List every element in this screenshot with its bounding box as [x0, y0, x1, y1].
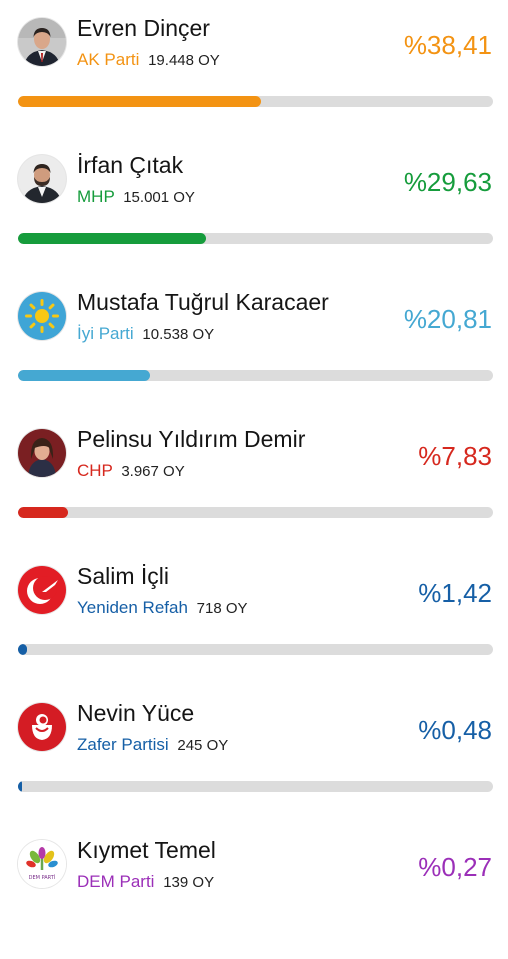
- sun-logo-icon: [18, 292, 66, 340]
- candidate-name: Mustafa Tuğrul Karacaer: [77, 289, 329, 315]
- vote-count: 15.001 OY: [123, 189, 195, 206]
- candidate-name: Evren Dinçer: [77, 15, 210, 41]
- party-line: CHP 3.967 OY: [77, 461, 185, 481]
- candidate-name: İrfan Çıtak: [77, 152, 184, 178]
- vote-percentage: %1,42: [418, 578, 492, 608]
- candidate-row-kiymet-temel[interactable]: DEM PARTİ Kıymet Temel DEM Parti 139 OY …: [0, 822, 508, 959]
- vote-share-bar: [18, 96, 493, 107]
- vote-share-fill: [18, 781, 22, 792]
- vote-count: 19.448 OY: [148, 52, 220, 69]
- vote-percentage: %0,48: [418, 715, 492, 745]
- party-name: DEM Parti: [77, 872, 155, 891]
- candidate-photo-avatar: [18, 429, 66, 477]
- man-bearded-photo-icon: [18, 155, 66, 203]
- party-name: AK Parti: [77, 50, 140, 69]
- vote-percentage: %20,81: [403, 304, 492, 334]
- woman-photo-icon: [18, 429, 66, 477]
- candidate-row-nevin-yuce[interactable]: Nevin Yüce Zafer Partisi 245 OY %0,48: [0, 685, 508, 822]
- dem-logo-text: DEM PARTİ: [29, 874, 56, 881]
- candidate-name: Nevin Yüce: [77, 700, 195, 726]
- party-line: AK Parti 19.448 OY: [77, 50, 220, 70]
- vote-share-fill: [18, 507, 68, 518]
- vote-share-fill: [18, 233, 206, 244]
- election-results-list: Evren Dinçer AK Parti 19.448 OY %38,41 İ…: [0, 0, 508, 899]
- party-name: Yeniden Refah: [77, 598, 188, 617]
- party-name: CHP: [77, 461, 113, 480]
- vote-share-bar: [18, 781, 493, 792]
- vote-share-bar: [18, 233, 493, 244]
- vote-count: 718 OY: [196, 600, 248, 617]
- man-suit-photo-icon: [18, 18, 66, 66]
- vote-count: 3.967 OY: [121, 463, 185, 480]
- dem-logo-icon: DEM PARTİ: [18, 840, 66, 888]
- party-name: Zafer Partisi: [77, 735, 169, 754]
- vote-percentage: %7,83: [418, 441, 492, 471]
- vote-percentage: %0,27: [418, 852, 492, 882]
- party-logo-avatar: [18, 703, 66, 751]
- vote-count: 139 OY: [163, 874, 215, 891]
- vote-share-fill: [18, 370, 150, 381]
- candidate-row-salim-icli[interactable]: Salim İçli Yeniden Refah 718 OY %1,42: [0, 548, 508, 685]
- candidate-row-irfan-citak[interactable]: İrfan Çıtak MHP 15.001 OY %29,63: [0, 137, 508, 274]
- vote-percentage: %38,41: [403, 30, 492, 60]
- vote-count: 245 OY: [177, 737, 229, 754]
- party-line: DEM Parti 139 OY: [77, 872, 214, 892]
- candidate-row-mustafa-tugrul-karacaer[interactable]: Mustafa Tuğrul Karacaer İyi Parti 10.538…: [0, 274, 508, 411]
- zafer-logo-icon: [18, 703, 66, 751]
- candidate-name: Kıymet Temel: [77, 837, 216, 863]
- party-line: İyi Parti 10.538 OY: [77, 324, 214, 344]
- party-line: Zafer Partisi 245 OY: [77, 735, 228, 755]
- party-name: MHP: [77, 187, 115, 206]
- candidate-row-pelinsu-yildirim-demir[interactable]: Pelinsu Yıldırım Demir CHP 3.967 OY %7,8…: [0, 411, 508, 548]
- vote-share-bar: [18, 644, 493, 655]
- candidate-photo-avatar: [18, 155, 66, 203]
- party-logo-avatar: [18, 292, 66, 340]
- crescent-logo-icon: [18, 566, 66, 614]
- vote-share-fill: [18, 644, 27, 655]
- vote-share-bar: [18, 370, 493, 381]
- party-name: İyi Parti: [77, 324, 134, 343]
- candidate-row-evren-dincer[interactable]: Evren Dinçer AK Parti 19.448 OY %38,41: [0, 0, 508, 137]
- vote-share-bar: [18, 507, 493, 518]
- vote-percentage: %29,63: [403, 167, 492, 197]
- candidate-photo-avatar: [18, 18, 66, 66]
- party-logo-avatar: [18, 566, 66, 614]
- party-line: MHP 15.001 OY: [77, 187, 195, 207]
- candidate-name: Pelinsu Yıldırım Demir: [77, 426, 306, 452]
- party-logo-avatar: DEM PARTİ: [18, 840, 66, 888]
- vote-count: 10.538 OY: [142, 326, 215, 343]
- party-line: Yeniden Refah 718 OY: [77, 598, 248, 618]
- vote-share-fill: [18, 96, 262, 107]
- candidate-name: Salim İçli: [77, 563, 170, 589]
